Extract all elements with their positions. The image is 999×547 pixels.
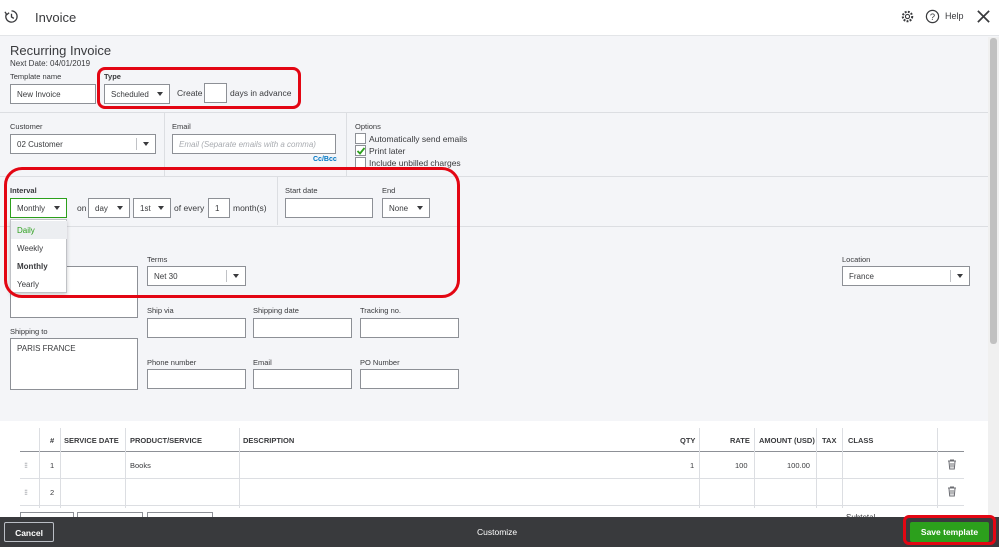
template-name-input[interactable]: New Invoice [10,84,96,104]
cancel-button[interactable]: Cancel [4,522,54,542]
interval-highlight [4,167,460,298]
table-row-border [20,505,964,506]
help-icon[interactable]: ? [925,9,940,24]
close-icon[interactable] [976,9,991,24]
table-header-border [20,451,964,452]
template-name-label: Template name [10,72,62,81]
cc-bcc-link[interactable]: Cc/Bcc [313,156,337,163]
customer-select[interactable]: 02 Customer [10,134,156,154]
customize-link[interactable]: Customize [477,527,517,537]
checkmark-icon [356,147,366,155]
phone-input[interactable] [147,369,246,389]
trash-icon[interactable] [947,459,957,470]
tracking-label: Tracking no. [360,306,401,315]
ship-via-label: Ship via [147,306,174,315]
tracking-input[interactable] [360,318,459,338]
customer-value: 02 Customer [17,140,63,149]
scrollbar-thumb[interactable] [990,38,997,344]
location-select[interactable]: France [842,266,970,286]
row-num: 2 [50,488,55,497]
col-header-service-date: SERVICE DATE [64,436,119,445]
drag-handle-icon[interactable]: ⁝⁝ [24,461,28,470]
type-highlight [97,67,301,109]
col-header-class: CLASS [848,436,874,445]
print-later-checkbox[interactable] [355,145,366,156]
row-amount[interactable]: 100.00 [787,461,810,470]
col-header-product: PRODUCT/SERVICE [130,436,202,445]
divider [0,112,988,113]
col-header-num: # [50,436,55,445]
row-num: 1 [50,461,55,470]
row-rate[interactable]: 100 [735,461,748,470]
email-field[interactable]: Email (Separate emails with a comma) [172,134,336,154]
print-later-label: Print later [369,146,406,156]
options-label: Options [355,122,381,131]
trash-icon[interactable] [947,486,957,497]
customer-label: Customer [10,122,43,131]
chevron-down-icon [957,274,963,278]
form-heading: Recurring Invoice [10,43,112,58]
shipping-date-label: Shipping date [253,306,299,315]
recent-history-icon[interactable] [4,9,19,24]
auto-send-checkbox[interactable] [355,133,366,144]
chevron-down-icon [143,142,149,146]
col-header-tax: TAX [822,436,837,445]
po-input[interactable] [360,369,459,389]
svg-text:?: ? [930,12,935,22]
top-bar: Invoice ? Help [0,0,999,36]
email-label: Email [172,122,191,131]
row-qty[interactable]: 1 [690,461,694,470]
gear-icon[interactable] [900,9,915,24]
location-label: Location [842,255,871,264]
email2-label: Email [253,358,272,367]
shipping-date-input[interactable] [253,318,352,338]
col-header-amount: AMOUNT (USD) [759,436,815,445]
shipping-to-input[interactable]: PARIS FRANCE [10,338,138,390]
save-highlight [903,515,996,545]
ship-via-input[interactable] [147,318,246,338]
email2-input[interactable] [253,369,352,389]
auto-send-label: Automatically send emails [369,134,468,144]
po-label: PO Number [360,358,400,367]
col-header-rate: RATE [730,436,750,445]
table-row-border [20,478,964,479]
shipping-to-label: Shipping to [10,327,48,336]
next-date: Next Date: 04/01/2019 [10,59,91,68]
col-header-qty: QTY [680,436,696,445]
location-value: France [849,272,874,281]
drag-handle-icon[interactable]: ⁝⁝ [24,488,28,497]
shipping-to-value: PARIS FRANCE [17,344,76,353]
page-title: Invoice [35,10,77,25]
phone-label: Phone number [147,358,197,367]
col-header-description: DESCRIPTION [243,436,295,445]
row-product[interactable]: Books [130,461,151,470]
help-label[interactable]: Help [945,11,964,21]
